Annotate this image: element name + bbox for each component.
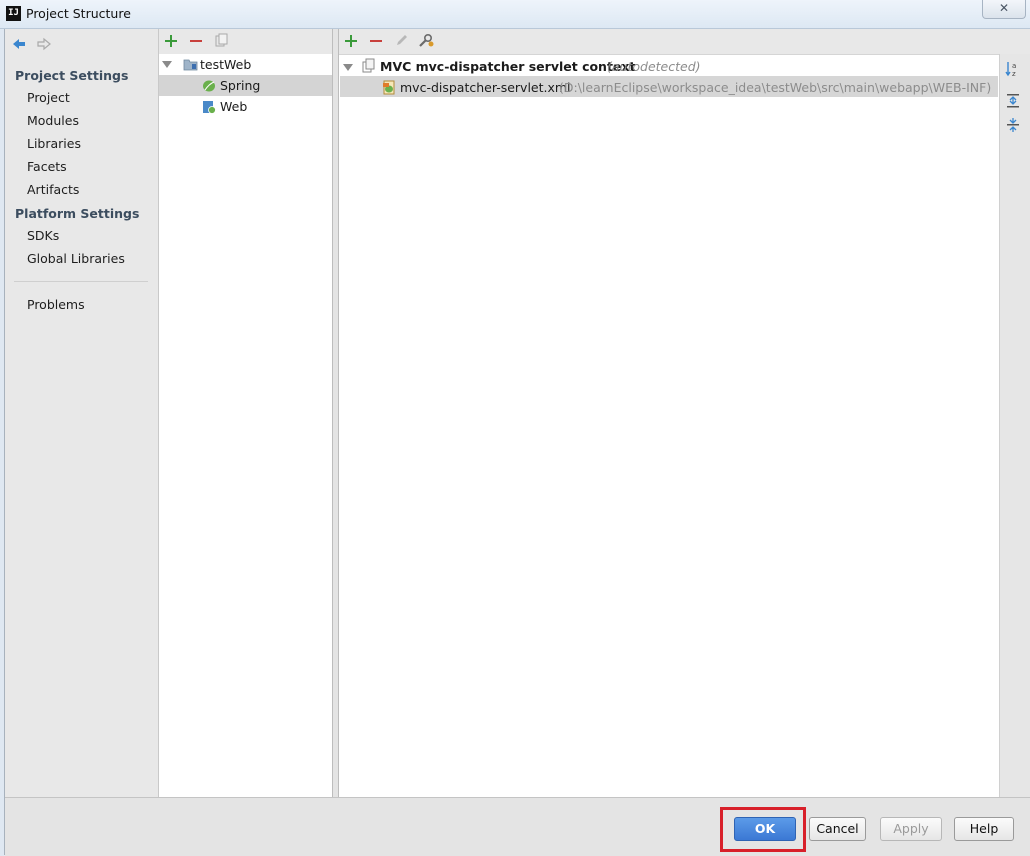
- content-toolbar: [339, 29, 1030, 54]
- facet-tree-panel: [159, 29, 333, 797]
- add-icon[interactable]: [344, 34, 358, 48]
- collapse-all-icon[interactable]: [1006, 117, 1020, 133]
- tree-actions-strip: [999, 54, 1030, 797]
- nav-item-facets[interactable]: Facets: [27, 159, 67, 174]
- project-settings-header: Project Settings: [15, 68, 129, 83]
- platform-settings-header: Platform Settings: [15, 206, 140, 221]
- nav-item-modules[interactable]: Modules: [27, 113, 79, 128]
- ok-button-annotation-box: [720, 807, 806, 852]
- autodetected-note: (autodetected): [607, 59, 701, 74]
- intellij-app-icon: IJ: [6, 6, 21, 21]
- window-title: Project Structure: [26, 6, 131, 21]
- expand-all-icon[interactable]: [1006, 93, 1020, 109]
- folder-icon: [183, 59, 198, 71]
- cancel-button[interactable]: Cancel: [809, 817, 866, 841]
- nav-item-project[interactable]: Project: [27, 90, 70, 105]
- spring-config-file[interactable]: mvc-dispatcher-servlet.xml: [400, 80, 571, 95]
- context-title[interactable]: MVC mvc-dispatcher servlet context: [380, 59, 635, 74]
- wrench-icon[interactable]: [418, 33, 436, 49]
- close-window-button[interactable]: ✕: [982, 0, 1026, 19]
- nav-item-problems[interactable]: Problems: [27, 297, 85, 312]
- forward-arrow-icon[interactable]: [36, 36, 52, 52]
- context-icon: [362, 58, 375, 73]
- nav-item-global-libraries[interactable]: Global Libraries: [27, 251, 125, 266]
- nav-item-libraries[interactable]: Libraries: [27, 136, 81, 151]
- tree-item-web[interactable]: Web: [220, 99, 247, 114]
- nav-divider: [14, 281, 148, 282]
- web-icon: [203, 101, 216, 114]
- tree-toolbar: [159, 29, 332, 54]
- expand-triangle-icon[interactable]: [343, 64, 353, 71]
- apply-button[interactable]: Apply: [880, 817, 942, 841]
- dialog-button-bar: [5, 797, 1030, 856]
- svg-text:a: a: [1012, 62, 1016, 70]
- title-bar: [0, 0, 1030, 29]
- remove-icon[interactable]: [369, 34, 383, 48]
- sort-az-icon[interactable]: a z: [1005, 60, 1021, 78]
- nav-item-sdks[interactable]: SDKs: [27, 228, 59, 243]
- back-arrow-icon[interactable]: [11, 36, 27, 52]
- copy-icon[interactable]: [213, 33, 229, 49]
- context-list-panel: [339, 54, 999, 798]
- xml-file-icon: [383, 80, 395, 95]
- expand-triangle-icon[interactable]: [162, 61, 172, 68]
- tree-root-testweb[interactable]: testWeb: [200, 57, 251, 72]
- spring-leaf-icon: [203, 80, 215, 92]
- remove-icon[interactable]: [189, 34, 203, 48]
- edit-icon[interactable]: [394, 33, 409, 48]
- svg-text:z: z: [1012, 70, 1016, 78]
- tree-item-spring[interactable]: Spring: [220, 78, 260, 93]
- help-button[interactable]: Help: [954, 817, 1014, 841]
- add-icon[interactable]: [164, 34, 178, 48]
- config-file-path: (D:\learnEclipse\workspace_idea\testWeb\…: [559, 80, 992, 95]
- nav-item-artifacts[interactable]: Artifacts: [27, 182, 79, 197]
